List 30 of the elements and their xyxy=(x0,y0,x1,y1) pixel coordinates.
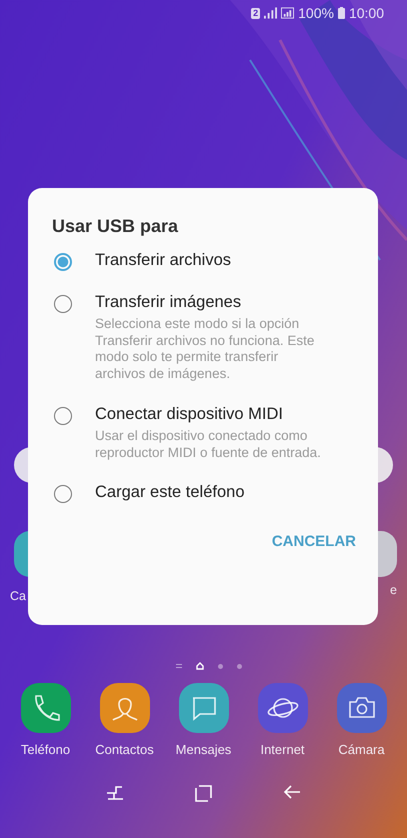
option-label[interactable]: Cargar este teléfono xyxy=(95,483,245,502)
radio-button[interactable] xyxy=(54,253,72,271)
app-label: Mensajes xyxy=(176,742,232,757)
signal-icon xyxy=(264,7,278,19)
app-label: e xyxy=(390,583,397,597)
option-label[interactable]: Transferir imágenes xyxy=(95,293,325,312)
signal-icon xyxy=(281,7,294,19)
home-indicator-icon xyxy=(196,662,204,670)
app-label: Cámara xyxy=(338,742,385,757)
dialog-title: Usar USB para xyxy=(52,216,180,237)
option-label[interactable]: Transferir archivos xyxy=(95,251,232,270)
app-label: Teléfono xyxy=(20,742,70,757)
home-button-icon[interactable] xyxy=(194,785,212,802)
back-icon[interactable] xyxy=(283,785,302,799)
option-description: Usar el dispositivo conectado como reproductor MIDI o fuente de entrada. xyxy=(95,428,322,462)
radio-button[interactable] xyxy=(54,485,72,504)
recent-apps-icon[interactable] xyxy=(106,785,124,801)
radio-button[interactable] xyxy=(54,406,72,425)
page-dot xyxy=(236,664,242,668)
battery-percent: 100% xyxy=(298,5,334,21)
page-dot xyxy=(218,664,222,668)
radio-button[interactable] xyxy=(54,295,72,313)
app-label: Internet xyxy=(260,742,305,757)
app-label: Contactos xyxy=(95,742,154,757)
apps-indicator-icon xyxy=(176,664,182,668)
option-label[interactable]: Conectar dispositivo MIDI xyxy=(95,404,325,424)
app-label: Ca xyxy=(10,589,26,603)
option-description: Selecciona este modo si la opción Transferir archivos no funciona. Este modo solo te permite transferir archivos de imágenes. xyxy=(95,316,316,383)
sim-badge: 2 xyxy=(251,8,260,18)
clock: 10:00 xyxy=(348,5,384,21)
